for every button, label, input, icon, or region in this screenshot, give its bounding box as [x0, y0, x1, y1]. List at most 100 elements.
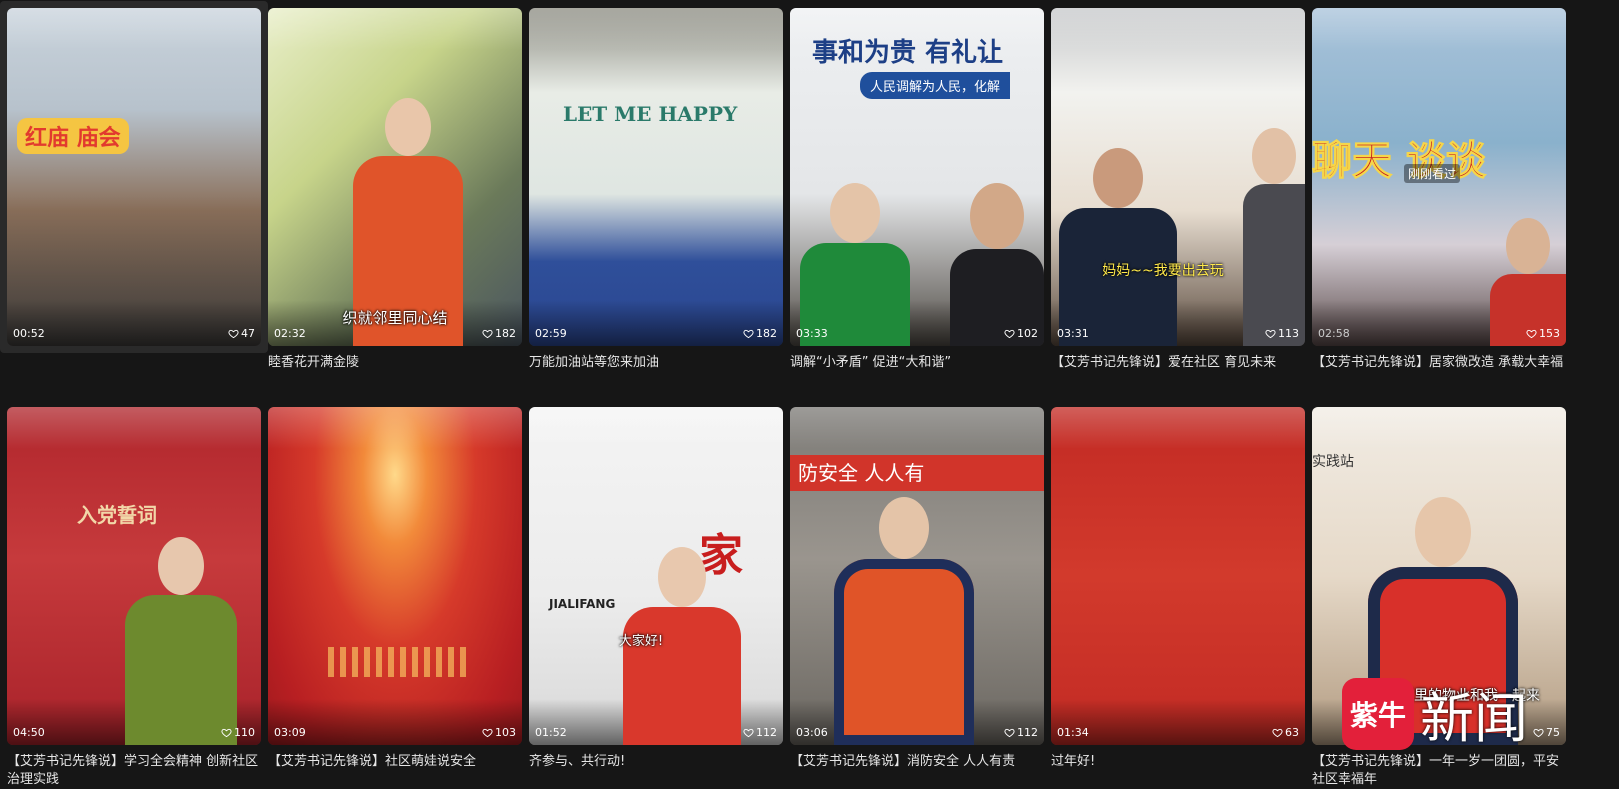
- fair-sign: 红庙 庙会: [17, 118, 129, 154]
- heart-icon: [1526, 329, 1537, 339]
- likes-count: 103: [495, 726, 516, 739]
- person-left: [800, 183, 910, 346]
- likes-count: 102: [1017, 327, 1038, 340]
- video-title[interactable]: 【艾芳书记先锋说】学习全会精神 创新社区治理实践: [7, 753, 261, 789]
- duration: 01:52: [535, 726, 567, 739]
- video-title[interactable]: 【艾芳书记先锋说】一年一岁一团圆，平安社区幸福年: [1312, 753, 1566, 789]
- likes: 103: [482, 726, 516, 739]
- video-card[interactable]: 入党誓词 04:50 110 【艾芳书记先锋说】学习全会精神 创新社区治理实践: [7, 407, 261, 789]
- heart-icon: [1004, 329, 1015, 339]
- video-card[interactable]: 01:34 63 过年好!: [1051, 407, 1305, 771]
- heart-icon: [1265, 329, 1276, 339]
- likes: 153: [1526, 327, 1560, 340]
- duration: 03:33: [796, 327, 828, 340]
- likes: 110: [221, 726, 255, 739]
- video-card[interactable]: 03:09 103 【艾芳书记先锋说】社区萌娃说安全: [268, 407, 522, 771]
- likes: 113: [1265, 327, 1299, 340]
- video-thumbnail[interactable]: 家 JIALIFANG 大家好! 01:52 112: [529, 407, 783, 745]
- heart-icon: [482, 329, 493, 339]
- video-title[interactable]: 【艾芳书记先锋说】消防安全 人人有责: [790, 753, 1044, 771]
- duration: 04:50: [13, 726, 45, 739]
- speaker-figure: [125, 537, 237, 745]
- duration: 02:59: [535, 327, 567, 340]
- speaker-figure: [834, 497, 974, 745]
- duration: 01:34: [1057, 726, 1089, 739]
- likes-count: 112: [1017, 726, 1038, 739]
- likes-count: 153: [1539, 327, 1560, 340]
- likes: 112: [1004, 726, 1038, 739]
- likes: 112: [743, 726, 777, 739]
- person-right: [1243, 128, 1305, 346]
- likes: 102: [1004, 327, 1038, 340]
- wall-slogan: 事和为贵 有礼让: [812, 38, 1004, 68]
- duration: 02:32: [274, 327, 306, 340]
- likes-count: 75: [1546, 726, 1560, 739]
- video-title[interactable]: 【艾芳书记先锋说】居家微改造 承载大幸福: [1312, 354, 1566, 372]
- video-thumbnail[interactable]: 事和为贵 有礼让 人民调解为人民，化解 03:33 102: [790, 8, 1044, 346]
- person-right: [950, 183, 1044, 346]
- likes-count: 182: [756, 327, 777, 340]
- video-card[interactable]: 防安全 人人有 03:06 112 【艾芳书记先锋说】消防安全 人人有责: [790, 407, 1044, 771]
- video-title[interactable]: 睦香花开满金陵: [268, 354, 522, 372]
- video-title[interactable]: 【艾芳书记先锋说】社区萌娃说安全: [268, 753, 522, 771]
- heart-icon: [228, 329, 239, 339]
- wall-sign: 实践站: [1312, 454, 1354, 470]
- video-thumbnail[interactable]: 03:09 103: [268, 407, 522, 745]
- news-watermark-logo: 紫牛 新闻: [1342, 674, 1528, 753]
- duration: 02:58: [1318, 327, 1350, 340]
- video-card[interactable]: LET ME HAPPY 02:59 182 万能加油站等您来加油: [529, 8, 783, 372]
- subtitle: 织就邻里同心结: [342, 309, 448, 327]
- heart-icon: [743, 329, 754, 339]
- video-card[interactable]: 织就邻里同心结 02:32 182 睦香花开满金陵: [268, 8, 522, 372]
- heart-icon: [1533, 728, 1544, 738]
- wall-lettering: JIALIFANG: [549, 597, 616, 611]
- skyline-graphic: [328, 647, 468, 677]
- duration: 03:09: [274, 726, 306, 739]
- logo-badge: 紫牛: [1342, 677, 1414, 750]
- video-card[interactable]: 聊天 谈谈 刚刚看过 02:58 153 【艾芳书记先锋说】居家微改造 承载大幸…: [1312, 8, 1566, 372]
- video-thumbnail[interactable]: 入党誓词 04:50 110: [7, 407, 261, 745]
- video-title[interactable]: 【艾芳书记先锋说】爱在社区 育见未来: [1051, 354, 1305, 372]
- video-thumbnail[interactable]: 01:34 63: [1051, 407, 1305, 745]
- wall-sign: LET ME HAPPY: [563, 102, 738, 126]
- subtitle: 大家好!: [618, 634, 664, 649]
- duration: 00:52: [13, 327, 45, 340]
- person-left: [1059, 148, 1177, 346]
- video-title[interactable]: 过年好!: [1051, 753, 1305, 771]
- likes: 75: [1533, 726, 1560, 739]
- wall-banner: 人民调解为人民，化解: [860, 72, 1011, 99]
- video-card[interactable]: 红庙 庙会 00:52 47: [0, 1, 268, 353]
- heart-icon: [1004, 728, 1015, 738]
- heart-icon: [221, 728, 232, 738]
- likes: 182: [743, 327, 777, 340]
- video-card[interactable]: 事和为贵 有礼让 人民调解为人民，化解 03:33 102 调解“小矛盾” 促进…: [790, 8, 1044, 372]
- likes: 182: [482, 327, 516, 340]
- duration: 03:31: [1057, 327, 1089, 340]
- heart-icon: [482, 728, 493, 738]
- fire-safety-banner: 防安全 人人有: [790, 455, 1044, 491]
- video-thumbnail[interactable]: 聊天 谈谈 刚刚看过 02:58 153: [1312, 8, 1566, 346]
- heart-icon: [743, 728, 754, 738]
- likes: 63: [1272, 726, 1299, 739]
- video-thumbnail[interactable]: LET ME HAPPY 02:59 182: [529, 8, 783, 346]
- subtitle: 妈妈~~我要出去玩: [1102, 263, 1224, 279]
- video-card[interactable]: 家 JIALIFANG 大家好! 01:52 112 齐参与、共行动!: [529, 407, 783, 771]
- video-title[interactable]: 万能加油站等您来加油: [529, 354, 783, 372]
- likes-count: 113: [1278, 327, 1299, 340]
- video-card[interactable]: 妈妈~~我要出去玩 03:31 113 【艾芳书记先锋说】爱在社区 育见未来: [1051, 8, 1305, 372]
- likes-count: 112: [756, 726, 777, 739]
- video-grid: 红庙 庙会 00:52 47 织就邻里同心结 02:32 182 睦香花开满金陵…: [0, 0, 1619, 787]
- video-thumbnail[interactable]: 防安全 人人有 03:06 112: [790, 407, 1044, 745]
- video-title[interactable]: 调解“小矛盾” 促进“大和谐”: [790, 354, 1044, 372]
- duration: 03:06: [796, 726, 828, 739]
- likes-count: 110: [234, 726, 255, 739]
- likes-count: 182: [495, 327, 516, 340]
- video-title[interactable]: 齐参与、共行动!: [529, 753, 783, 771]
- heart-icon: [1272, 728, 1283, 738]
- likes-count: 63: [1285, 726, 1299, 739]
- video-thumbnail[interactable]: 红庙 庙会 00:52 47: [7, 8, 261, 346]
- recently-viewed-badge: 刚刚看过: [1404, 164, 1461, 183]
- video-thumbnail[interactable]: 妈妈~~我要出去玩 03:31 113: [1051, 8, 1305, 346]
- likes-count: 47: [241, 327, 255, 340]
- video-thumbnail[interactable]: 织就邻里同心结 02:32 182: [268, 8, 522, 346]
